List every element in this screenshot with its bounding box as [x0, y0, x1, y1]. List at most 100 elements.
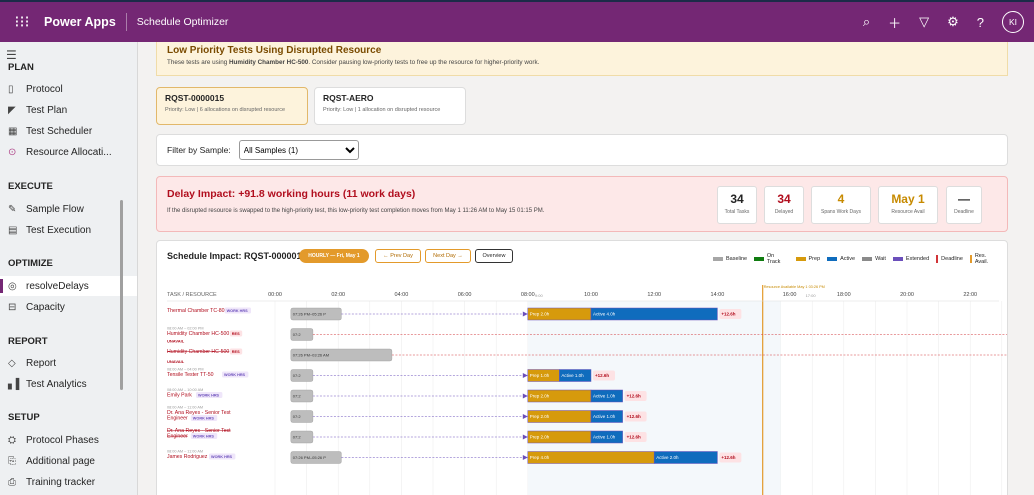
legend-label: Baseline — [726, 256, 748, 262]
legend-item: Active — [827, 256, 855, 262]
test-card-rqst-0000015[interactable]: RQST-0000015 Priority: Low | 6 allocatio… — [156, 87, 308, 125]
badge-label: RES — [232, 332, 240, 336]
next-day-button[interactable]: Next Day → — [425, 249, 471, 263]
sidebar-item-capacity[interactable]: ⊟ Capacity — [0, 297, 137, 317]
test-card-title: RQST-AERO — [323, 93, 374, 103]
hamburger-icon[interactable]: ☰ — [0, 42, 137, 62]
task-resource-header: TASK / RESOURCE — [167, 292, 217, 298]
test-card-rqst-aero[interactable]: RQST-AERO Priority: Low | 1 allocation o… — [314, 87, 466, 125]
task-resource-name: Humidity Chamber HC-500 — [167, 349, 229, 355]
help-icon[interactable]: ? — [977, 15, 984, 30]
unavailable-label: UNAVAIL — [167, 359, 185, 364]
legend-swatch — [754, 257, 764, 261]
legend-label: Res. Avail. — [974, 253, 989, 265]
document-icon: ▯ — [8, 83, 14, 95]
warning-resource: Humidity Chamber HC-500 — [228, 59, 309, 66]
sidebar-item-protocol[interactable]: ▯ Protocol — [0, 79, 137, 99]
sidebar-item-label: Test Execution — [26, 224, 92, 236]
stat-value: May 1 — [891, 192, 925, 206]
hourly-day-pill: HOURLY — Fri, May 1 — [299, 249, 369, 263]
legend-item: Prep — [795, 256, 820, 262]
bar-label: Active 1.0h — [593, 394, 616, 399]
sub-tick-label: 17:00 — [806, 293, 817, 298]
filter-icon[interactable]: ▽ — [919, 14, 929, 30]
sidebar-scrollbar[interactable] — [120, 200, 123, 390]
search-icon[interactable]: ⌕ — [863, 14, 870, 30]
sidebar-item-label: Protocol Phases — [26, 434, 99, 446]
stat-total-tasks: 34 Total Tasks — [717, 186, 757, 224]
main-content: Low Priority Tests Using Disrupted Resou… — [138, 42, 1020, 495]
settings-icon[interactable]: ⚙ — [947, 14, 959, 30]
hour-tick-label: 18:00 — [837, 292, 851, 298]
task-resource-name: 08:00 AM – 04:00 PM — [167, 368, 204, 372]
delay-badge-label: +12.6h — [627, 414, 641, 419]
sidebar-item-sample-flow[interactable]: ✎ Sample Flow — [0, 199, 137, 219]
sidebar-item-training-tracker[interactable]: ⎙ Training tracker — [0, 472, 137, 492]
resolve-icon: ◎ — [8, 280, 17, 292]
sidebar-item-resolve-delays[interactable]: ◎ resolveDelays — [0, 276, 137, 296]
hour-tick-label: 04:00 — [395, 292, 409, 298]
bar-label: Active 1.0h — [561, 373, 584, 378]
legend-item: Deadline — [936, 255, 963, 263]
legend-item: Extended — [892, 256, 929, 262]
legend-item: Baseline — [713, 256, 747, 262]
sidebar-item-additional-page[interactable]: ⎘ Additional page — [0, 451, 137, 471]
bar-label: Prep 4.0h — [530, 455, 550, 460]
app-name[interactable]: Power Apps — [44, 15, 116, 29]
sidebar-item-test-scheduler[interactable]: ▦ Test Scheduler — [0, 121, 137, 141]
badge-label: WORK HRS — [211, 455, 233, 459]
unavailable-label: UNAVAIL — [167, 339, 185, 344]
delay-badge-label: +12.6h — [627, 394, 641, 399]
baseline-label: 07:2 — [293, 332, 302, 337]
section-plan: PLAN — [8, 62, 34, 73]
hour-tick-label: 16:00 — [783, 292, 797, 298]
sidebar-item-label: Capacity — [26, 301, 65, 313]
hour-tick-label: 10:00 — [584, 292, 598, 298]
stat-deadline: — Deadline — [946, 186, 982, 224]
app-launcher-icon[interactable]: ⁝⁝⁝ — [0, 12, 44, 32]
legend-swatch — [892, 257, 903, 261]
filter-label: Filter by Sample: — [167, 145, 231, 155]
baseline-label: 07:26 PM–05:26 P — [293, 455, 326, 460]
legend-label: Deadline — [941, 256, 963, 262]
stat-spans-work-days: 4 Spans Work Days — [811, 186, 871, 224]
sidebar-item-label: Test Analytics — [26, 378, 87, 390]
section-report: REPORT — [8, 336, 48, 347]
sidebar: ☰ PLAN ▯ Protocol ◤ Test Plan ▦ Test Schedu… — [0, 42, 138, 495]
test-card-subtitle: Priority: Low | 1 allocation on disrupte… — [323, 107, 441, 113]
sidebar-item-report[interactable]: ◇ Report — [0, 353, 137, 373]
avatar[interactable]: KI — [1002, 11, 1024, 33]
baseline-label: 07:2 — [293, 373, 302, 378]
sidebar-item-test-analytics[interactable]: ▖▌ Test Analytics — [0, 374, 137, 394]
test-card-subtitle: Priority: Low | 6 allocations on disrupt… — [165, 107, 286, 113]
add-icon[interactable]: ＋ — [888, 13, 901, 32]
sample-filter-bar: Filter by Sample: All Samples (1) — [156, 134, 1008, 166]
calendar-icon: ▦ — [8, 125, 18, 137]
page-scrollbar[interactable] — [1020, 42, 1034, 495]
delay-badge-label: +12.6h — [627, 435, 641, 440]
sub-tick-label: 9:00 — [535, 293, 544, 298]
prev-day-button[interactable]: ← Prev Day — [375, 249, 421, 263]
legend-swatch — [969, 255, 972, 263]
page-icon: ⎘ — [8, 455, 16, 467]
badge-label: WORK HRS — [193, 417, 215, 421]
sidebar-item-test-execution[interactable]: ▤ Test Execution — [0, 220, 137, 240]
sidebar-item-label: Sample Flow — [26, 203, 84, 215]
badge-label: WORK HRS — [193, 435, 215, 439]
legend: Baseline On Track Prep Active Wait Extended De… — [713, 253, 1007, 265]
sidebar-item-label: resolveDelays — [26, 280, 89, 292]
gantt-chart: TASK / RESOURCE 00:00 02:00 04:00 06:00 08:00… — [167, 285, 1007, 495]
sidebar-item-resource-allocation[interactable]: ⊙ Resource Allocati... — [0, 142, 137, 162]
hour-tick-label: 02:00 — [331, 292, 345, 298]
task-resource-name: Tensile Tester TT-50 — [167, 372, 214, 378]
sample-filter-select[interactable]: All Samples (1) — [238, 140, 359, 160]
legend-item: Wait — [862, 256, 886, 262]
analytics-icon: ▖▌ — [8, 378, 23, 390]
sidebar-item-protocol-phases[interactable]: ⛭ Protocol Phases — [0, 430, 137, 450]
overview-button[interactable]: Overview — [475, 249, 513, 263]
sidebar-item-test-plan[interactable]: ◤ Test Plan — [0, 100, 137, 120]
badge-label: WORK HRS — [227, 309, 249, 313]
resource-available-label: Resource Available May 1 03:26 PM — [764, 285, 825, 289]
badge-label: WORK HRS — [224, 373, 246, 377]
hour-tick-label: 12:00 — [647, 292, 661, 298]
